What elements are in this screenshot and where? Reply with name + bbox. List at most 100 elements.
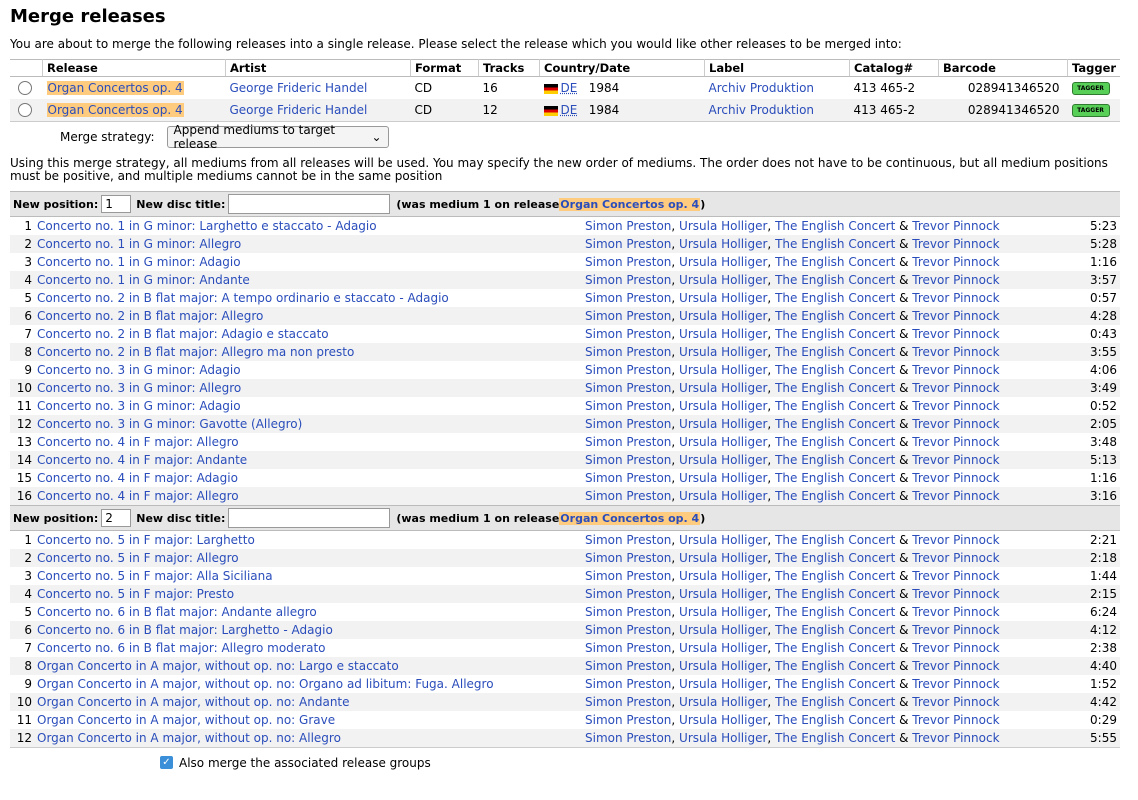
track-title-link[interactable]: Concerto no. 2 in B flat major: Allegro — [37, 309, 263, 323]
track-artist-link[interactable]: Ursula Holliger — [679, 435, 767, 449]
track-artist-link[interactable]: Trevor Pinnock — [912, 587, 999, 601]
track-artist-link[interactable]: The English Concert — [775, 471, 895, 485]
track-title-link[interactable]: Organ Concerto in A major, without op. n… — [37, 659, 399, 673]
track-artist-link[interactable]: Trevor Pinnock — [912, 273, 999, 287]
track-title-link[interactable]: Concerto no. 1 in G minor: Andante — [37, 273, 250, 287]
track-title-link[interactable]: Concerto no. 3 in G minor: Allegro — [37, 381, 241, 395]
artist-link[interactable]: George Frideric Handel — [230, 81, 368, 95]
track-title-link[interactable]: Concerto no. 4 in F major: Andante — [37, 453, 247, 467]
track-artist-link[interactable]: Trevor Pinnock — [912, 695, 999, 709]
tagger-button[interactable]: TAGGER — [1071, 104, 1110, 117]
track-artist-link[interactable]: The English Concert — [775, 569, 895, 583]
track-title-link[interactable]: Concerto no. 4 in F major: Adagio — [37, 471, 238, 485]
track-artist-link[interactable]: Ursula Holliger — [679, 237, 767, 251]
label-link[interactable]: Archiv Produktion — [709, 81, 815, 95]
track-artist-link[interactable]: Ursula Holliger — [679, 533, 767, 547]
track-artist-link[interactable]: Ursula Holliger — [679, 273, 767, 287]
track-title-link[interactable]: Concerto no. 5 in F major: Alla Sicilian… — [37, 569, 273, 583]
track-artist-link[interactable]: Trevor Pinnock — [912, 605, 999, 619]
track-title-link[interactable]: Concerto no. 3 in G minor: Adagio — [37, 399, 241, 413]
track-artist-link[interactable]: Simon Preston — [585, 471, 671, 485]
track-artist-link[interactable]: Trevor Pinnock — [912, 309, 999, 323]
track-title-link[interactable]: Concerto no. 1 in G minor: Allegro — [37, 237, 241, 251]
track-artist-link[interactable]: Ursula Holliger — [679, 489, 767, 503]
track-artist-link[interactable]: The English Concert — [775, 605, 895, 619]
track-artist-link[interactable]: Trevor Pinnock — [912, 533, 999, 547]
track-artist-link[interactable]: The English Concert — [775, 363, 895, 377]
new-disc-title-input[interactable] — [228, 508, 391, 528]
track-artist-link[interactable]: Simon Preston — [585, 399, 671, 413]
track-artist-link[interactable]: The English Concert — [775, 453, 895, 467]
track-artist-link[interactable]: The English Concert — [775, 399, 895, 413]
track-artist-link[interactable]: Simon Preston — [585, 309, 671, 323]
track-artist-link[interactable]: Simon Preston — [585, 237, 671, 251]
track-artist-link[interactable]: The English Concert — [775, 713, 895, 727]
track-artist-link[interactable]: Simon Preston — [585, 291, 671, 305]
track-artist-link[interactable]: The English Concert — [775, 381, 895, 395]
track-artist-link[interactable]: Simon Preston — [585, 255, 671, 269]
track-artist-link[interactable]: The English Concert — [775, 695, 895, 709]
track-artist-link[interactable]: The English Concert — [775, 731, 895, 745]
merge-strategy-select[interactable]: Append mediums to target release ⌄ — [166, 123, 389, 151]
track-artist-link[interactable]: The English Concert — [775, 255, 895, 269]
country-link[interactable]: DE — [561, 81, 578, 95]
track-title-link[interactable]: Concerto no. 4 in F major: Allegro — [37, 489, 239, 503]
track-artist-link[interactable]: Simon Preston — [585, 345, 671, 359]
track-artist-link[interactable]: The English Concert — [775, 659, 895, 673]
track-artist-link[interactable]: Trevor Pinnock — [912, 327, 999, 341]
track-artist-link[interactable]: Ursula Holliger — [679, 471, 767, 485]
track-artist-link[interactable]: Trevor Pinnock — [912, 237, 999, 251]
track-artist-link[interactable]: Trevor Pinnock — [912, 731, 999, 745]
track-artist-link[interactable]: The English Concert — [775, 291, 895, 305]
new-position-input[interactable]: 2 — [101, 509, 132, 527]
track-artist-link[interactable]: The English Concert — [775, 489, 895, 503]
track-artist-link[interactable]: Simon Preston — [585, 677, 671, 691]
track-title-link[interactable]: Concerto no. 5 in F major: Presto — [37, 587, 234, 601]
track-title-link[interactable]: Concerto no. 2 in B flat major: Adagio e… — [37, 327, 329, 341]
track-artist-link[interactable]: The English Concert — [775, 345, 895, 359]
track-artist-link[interactable]: Simon Preston — [585, 533, 671, 547]
track-artist-link[interactable]: Ursula Holliger — [679, 327, 767, 341]
release-radio[interactable] — [18, 103, 32, 118]
track-artist-link[interactable]: Simon Preston — [585, 695, 671, 709]
track-artist-link[interactable]: Simon Preston — [585, 273, 671, 287]
track-artist-link[interactable]: The English Concert — [775, 219, 895, 233]
tagger-button[interactable]: TAGGER — [1071, 82, 1110, 95]
track-artist-link[interactable]: The English Concert — [775, 641, 895, 655]
track-artist-link[interactable]: Ursula Holliger — [679, 345, 767, 359]
track-artist-link[interactable]: Simon Preston — [585, 417, 671, 431]
track-artist-link[interactable]: The English Concert — [775, 273, 895, 287]
track-artist-link[interactable]: Ursula Holliger — [679, 417, 767, 431]
track-artist-link[interactable]: Ursula Holliger — [679, 569, 767, 583]
track-artist-link[interactable]: Simon Preston — [585, 327, 671, 341]
track-title-link[interactable]: Concerto no. 5 in F major: Larghetto — [37, 533, 255, 547]
track-artist-link[interactable]: Simon Preston — [585, 641, 671, 655]
track-title-link[interactable]: Organ Concerto in A major, without op. n… — [37, 695, 350, 709]
track-artist-link[interactable]: Simon Preston — [585, 435, 671, 449]
track-artist-link[interactable]: Simon Preston — [585, 587, 671, 601]
track-artist-link[interactable]: Trevor Pinnock — [912, 417, 999, 431]
track-artist-link[interactable]: Trevor Pinnock — [912, 453, 999, 467]
track-artist-link[interactable]: Ursula Holliger — [679, 659, 767, 673]
track-artist-link[interactable]: The English Concert — [775, 587, 895, 601]
track-title-link[interactable]: Concerto no. 6 in B flat major: Allegro … — [37, 641, 326, 655]
track-artist-link[interactable]: Trevor Pinnock — [912, 255, 999, 269]
track-artist-link[interactable]: Ursula Holliger — [679, 399, 767, 413]
track-artist-link[interactable]: Trevor Pinnock — [912, 435, 999, 449]
track-artist-link[interactable]: Simon Preston — [585, 605, 671, 619]
track-artist-link[interactable]: Trevor Pinnock — [912, 677, 999, 691]
new-disc-title-input[interactable] — [228, 194, 391, 214]
track-title-link[interactable]: Concerto no. 2 in B flat major: A tempo … — [37, 291, 449, 305]
track-artist-link[interactable]: Ursula Holliger — [679, 291, 767, 305]
track-artist-link[interactable]: Ursula Holliger — [679, 623, 767, 637]
track-artist-link[interactable]: Simon Preston — [585, 569, 671, 583]
track-artist-link[interactable]: The English Concert — [775, 327, 895, 341]
track-artist-link[interactable]: Trevor Pinnock — [912, 713, 999, 727]
track-artist-link[interactable]: The English Concert — [775, 551, 895, 565]
track-artist-link[interactable]: Trevor Pinnock — [912, 399, 999, 413]
track-artist-link[interactable]: Ursula Holliger — [679, 587, 767, 601]
country-link[interactable]: DE — [561, 103, 578, 117]
track-artist-link[interactable]: Ursula Holliger — [679, 605, 767, 619]
track-artist-link[interactable]: Ursula Holliger — [679, 677, 767, 691]
track-title-link[interactable]: Concerto no. 1 in G minor: Adagio — [37, 255, 241, 269]
